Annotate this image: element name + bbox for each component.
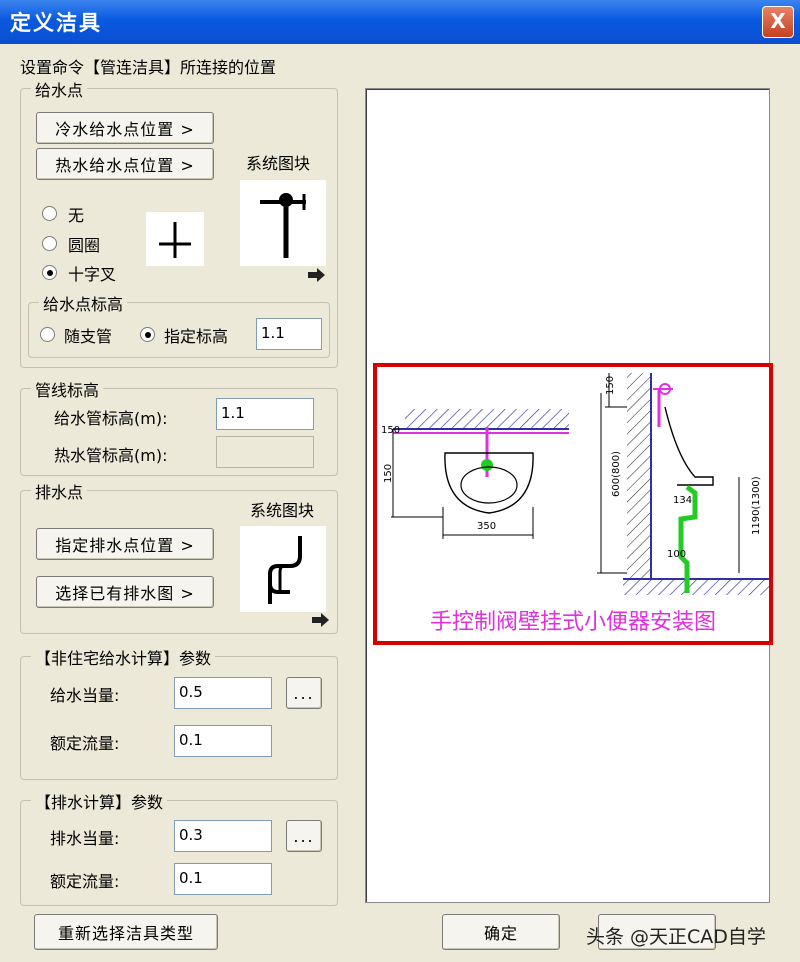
window-title: 定义洁具 [10, 11, 102, 35]
drain-equivalent-label: 排水当量: [50, 829, 120, 848]
wall-hatch [627, 373, 651, 579]
hot-pipe-elevation-input[interactable] [216, 436, 314, 468]
radio-circle-label: 圆圈 [68, 236, 101, 255]
drain-equivalent-input[interactable]: 0.3 [174, 820, 272, 852]
title-bar: 定义洁具 X [0, 0, 800, 44]
radio-follow-branch[interactable] [40, 327, 55, 342]
dim-width: 350 [477, 521, 496, 532]
cold-supply-point-button[interactable]: 冷水给水点位置 > [36, 112, 214, 144]
hot-supply-point-button[interactable]: 热水给水点位置 > [36, 148, 214, 180]
drain-legend: 排水点 [31, 479, 88, 503]
cold-pipe-elevation-label: 给水管标高(m): [54, 409, 168, 428]
supply-system-block-label: 系统图块 [246, 154, 311, 173]
floor-hatch [623, 579, 769, 595]
dim-side: 150 [383, 464, 394, 483]
supply-elevation-input[interactable]: 1.1 [256, 318, 322, 350]
dim-total: 600(800) [611, 451, 622, 497]
urinal-installation-drawing: 350 150 150 600(800) 150 1190(1300) 134 … [381, 373, 769, 635]
radio-fixed-elevation-label: 指定标高 [164, 327, 229, 346]
drain-equivalent-more-button[interactable]: ... [286, 820, 322, 852]
dim-bottom: 100 [667, 549, 686, 560]
pipe-elevation-legend: 管线标高 [31, 377, 104, 401]
header-text: 设置命令【管连洁具】所连接的位置 [20, 58, 277, 77]
cross-icon [159, 222, 191, 258]
drain-arrow-icon[interactable] [312, 613, 330, 627]
drain-flow-input[interactable]: 0.1 [174, 863, 272, 895]
supply-system-block-preview[interactable] [240, 180, 326, 266]
urinal-bowl [460, 466, 518, 504]
radio-cross[interactable] [42, 265, 57, 280]
ok-button[interactable]: 确定 [442, 914, 560, 950]
dim-top: 150 [605, 376, 616, 395]
drawing-caption: 手控制阀壁挂式小便器安装图 [430, 610, 716, 635]
drain-system-block-preview[interactable] [240, 526, 326, 612]
radio-cross-label: 十字叉 [68, 265, 117, 284]
supply-elevation-legend: 给水点标高 [39, 291, 128, 315]
installation-drawing-frame: 350 150 150 600(800) 150 1190(1300) 134 … [373, 363, 773, 645]
ceiling-hatch [405, 409, 569, 429]
dim-left: 150 [381, 425, 400, 436]
supply-arrow-icon[interactable] [308, 268, 326, 282]
supply-equivalent-label: 给水当量: [50, 686, 120, 705]
radio-circle[interactable] [42, 236, 57, 251]
set-drain-point-button[interactable]: 指定排水点位置 > [36, 528, 214, 560]
radio-follow-branch-label: 随支管 [64, 327, 113, 346]
cross-preview [146, 212, 204, 266]
drain-trap-icon [268, 536, 302, 604]
radio-none[interactable] [42, 206, 57, 221]
drain-system-block-label: 系统图块 [250, 501, 315, 520]
hot-pipe-elevation-label: 热水管标高(m): [54, 446, 168, 465]
watermark: 头条 @天正CAD自学 [586, 926, 766, 948]
nonres-supply-calc-legend: 【非住宅给水计算】参数 [31, 645, 216, 669]
radio-none-label: 无 [68, 206, 85, 225]
supply-legend: 给水点 [31, 77, 88, 101]
drain-calc-legend: 【排水计算】参数 [31, 789, 168, 813]
dim-right: 1190(1300) [751, 476, 762, 535]
reselect-fixture-type-button[interactable]: 重新选择洁具类型 [34, 914, 218, 950]
urinal-side-outline [664, 406, 714, 486]
radio-fixed-elevation[interactable] [140, 327, 155, 342]
supply-point-marker [481, 459, 493, 471]
supply-flow-input[interactable]: 0.1 [174, 725, 272, 757]
supply-equivalent-input[interactable]: 0.5 [174, 677, 272, 709]
supply-flow-label: 额定流量: [50, 734, 120, 753]
nonres-supply-calc-group: 【非住宅给水计算】参数 [20, 645, 338, 780]
supply-equivalent-more-button[interactable]: ... [286, 677, 322, 709]
select-drain-drawing-button[interactable]: 选择已有排水图 > [36, 576, 214, 608]
faucet-tee-icon [260, 193, 306, 258]
cold-pipe-elevation-input[interactable]: 1.1 [216, 398, 314, 430]
drain-flow-label: 额定流量: [50, 872, 120, 891]
close-button[interactable]: X [762, 6, 794, 38]
dim-inner: 134 [673, 495, 692, 506]
